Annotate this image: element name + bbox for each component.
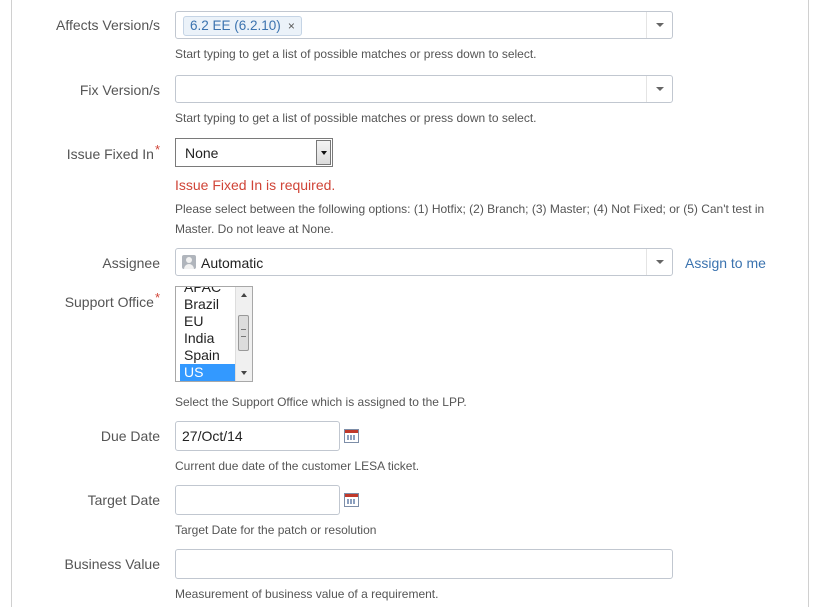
fix-version-help: Start typing to get a list of possible m… [175,111,537,125]
chevron-down-icon[interactable] [646,76,672,102]
fix-version-picker[interactable] [175,75,673,103]
support-office-label: Support Office* [64,290,160,310]
support-office-option[interactable]: EU [180,313,236,330]
issue-fixed-in-select[interactable]: None [175,138,333,167]
issue-fixed-in-label: Issue Fixed In* [66,142,160,162]
due-date-value: 27/Oct/14 [182,428,243,444]
support-office-option[interactable]: APAC [180,287,236,296]
business-value-label: Business Value [64,556,160,572]
calendar-icon[interactable] [344,493,359,507]
support-office-option[interactable]: India [180,330,236,347]
scroll-down-icon[interactable] [236,365,252,381]
affects-version-label: Affects Version/s [55,17,160,33]
due-date-input[interactable]: 27/Oct/14 [175,421,340,451]
issue-fixed-in-help-line2: Master. Do not leave at None. [175,222,334,236]
due-date-help: Current due date of the customer LESA ti… [175,459,420,473]
issue-fixed-in-value: None [185,145,219,161]
support-office-listbox[interactable]: APAC Brazil EU India Spain US [175,286,253,382]
support-office-option[interactable]: US [180,364,236,381]
due-date-label: Due Date [100,428,160,444]
user-avatar-icon [182,255,196,269]
support-office-option[interactable]: Spain [180,347,236,364]
remove-chip-button[interactable]: × [288,19,295,33]
version-chip-label: 6.2 EE (6.2.10) [190,18,281,33]
form-border-right [808,0,809,607]
version-chip: 6.2 EE (6.2.10) × [183,16,302,36]
calendar-icon[interactable] [344,429,359,443]
target-date-help: Target Date for the patch or resolution [175,523,377,537]
support-office-option[interactable]: Brazil [180,296,236,313]
assignee-value: Automatic [201,255,264,271]
scroll-up-icon[interactable] [236,287,252,303]
support-office-help: Select the Support Office which is assig… [175,395,467,409]
business-value-help: Measurement of business value of a requi… [175,587,439,601]
listbox-scrollbar[interactable] [235,287,252,381]
affects-version-help: Start typing to get a list of possible m… [175,47,537,61]
issue-fixed-in-help-line1: Please select between the following opti… [175,202,765,216]
issue-fixed-in-error: Issue Fixed In is required. [175,177,336,193]
chevron-down-icon[interactable] [646,249,672,275]
form-border-left [11,0,12,607]
assignee-picker[interactable]: Automatic [175,248,673,276]
target-date-input[interactable] [175,485,340,515]
fix-version-label: Fix Version/s [79,82,160,98]
assignee-label: Assignee [102,255,160,271]
required-asterisk: * [154,290,160,305]
chevron-down-icon[interactable] [316,140,331,165]
required-asterisk: * [154,142,160,157]
scroll-thumb[interactable] [238,315,249,351]
affects-version-picker[interactable]: 6.2 EE (6.2.10) × [175,11,673,39]
chevron-down-icon[interactable] [646,12,672,38]
business-value-input[interactable] [175,549,673,579]
assign-to-me-link[interactable]: Assign to me [685,255,766,271]
target-date-label: Target Date [87,492,160,508]
